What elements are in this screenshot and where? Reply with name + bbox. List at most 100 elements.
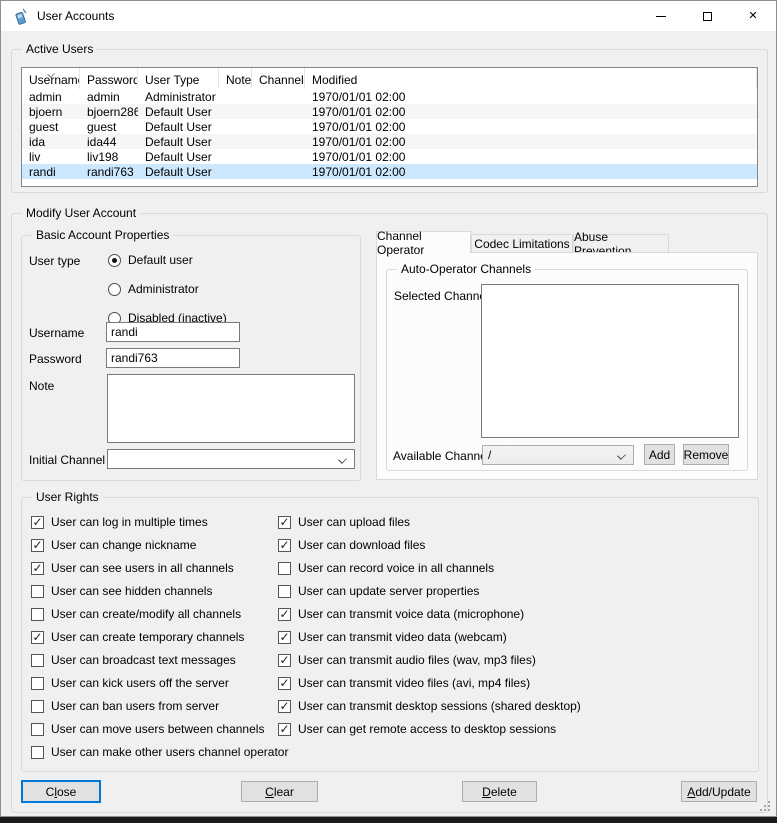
user-right-checkbox[interactable]: ✓User can log in multiple times <box>31 516 288 529</box>
clear-button[interactable]: Clear <box>241 781 318 802</box>
checkbox-label: User can transmit video files (avi, mp4 … <box>298 677 530 690</box>
cell-password: guest <box>80 120 138 134</box>
users-table-body: adminadminAdministrator1970/01/01 02:00b… <box>22 89 757 179</box>
cell-user_type: Default User <box>138 135 219 149</box>
tab-codec-limitations[interactable]: Codec Limitations <box>471 234 573 253</box>
close-icon: ✕ <box>748 11 757 22</box>
available-channels-value: / <box>488 448 491 462</box>
user-right-checkbox[interactable]: User can ban users from server <box>31 700 288 713</box>
users-table: UsernamePasswordUser TypeNoteChannelModi… <box>21 67 758 187</box>
user-right-checkbox[interactable]: User can make other users channel operat… <box>31 746 288 759</box>
table-row[interactable]: guestguestDefault User1970/01/01 02:00 <box>22 119 757 134</box>
user-type-radio[interactable]: Administrator <box>108 283 227 296</box>
cell-modified: 1970/01/01 02:00 <box>305 165 757 179</box>
table-row[interactable]: bjoernbjoern286Default User1970/01/01 02… <box>22 104 757 119</box>
checkbox-label: User can change nickname <box>51 539 196 552</box>
column-header-modified[interactable]: Modified <box>305 68 757 89</box>
user-right-checkbox[interactable]: ✓User can see users in all channels <box>31 562 288 575</box>
cell-password: admin <box>80 90 138 104</box>
checkbox-label: User can transmit voice data (microphone… <box>298 608 524 621</box>
user-type-label: User type <box>29 254 80 268</box>
column-header-channel[interactable]: Channel <box>252 68 305 89</box>
sort-indicator-icon <box>47 70 55 78</box>
user-right-checkbox[interactable]: ✓User can change nickname <box>31 539 288 552</box>
basic-group-label: Basic Account Properties <box>32 228 173 242</box>
cell-password: ida44 <box>80 135 138 149</box>
user-right-checkbox[interactable]: User can see hidden channels <box>31 585 288 598</box>
cell-username: randi <box>22 165 80 179</box>
checkbox-unchecked-icon <box>31 677 44 690</box>
resize-grip-icon[interactable] <box>768 809 770 811</box>
username-field[interactable] <box>106 322 240 342</box>
checkbox-checked-icon: ✓ <box>278 631 291 644</box>
user-rights-left-column: ✓User can log in multiple times✓User can… <box>31 516 288 769</box>
checkbox-label: User can transmit audio files (wav, mp3 … <box>298 654 536 667</box>
user-rights-group-label: User Rights <box>32 490 103 504</box>
titlebar: User Accounts ✕ <box>1 1 776 31</box>
user-right-checkbox[interactable]: ✓ User can transmit audio files (wav, mp3… <box>278 654 581 667</box>
user-right-checkbox[interactable]: User can broadcast text messages <box>31 654 288 667</box>
checkbox-label: User can see hidden channels <box>51 585 212 598</box>
add-button[interactable]: Add <box>644 444 675 465</box>
user-right-checkbox[interactable]: User can update server properties <box>278 585 581 598</box>
table-row[interactable]: livliv198Default User1970/01/01 02:00 <box>22 149 757 164</box>
initial-channel-dropdown[interactable] <box>107 449 355 469</box>
checkbox-unchecked-icon <box>278 562 291 575</box>
close-button[interactable]: Close <box>21 780 101 803</box>
close-window-button[interactable]: ✕ <box>730 1 776 31</box>
table-row[interactable]: adminadminAdministrator1970/01/01 02:00 <box>22 89 757 104</box>
user-right-checkbox[interactable]: ✓User can create temporary channels <box>31 631 288 644</box>
delete-button[interactable]: Delete <box>462 781 537 802</box>
user-right-checkbox[interactable]: User can record voice in all channels <box>278 562 581 575</box>
checkbox-checked-icon: ✓ <box>278 654 291 667</box>
user-right-checkbox[interactable]: User can kick users off the server <box>31 677 288 690</box>
checkbox-checked-icon: ✓ <box>278 700 291 713</box>
selected-channels-label: Selected Channels <box>394 289 495 303</box>
cell-user_type: Default User <box>138 105 219 119</box>
maximize-icon <box>703 12 712 21</box>
user-right-checkbox[interactable]: ✓User can download files <box>278 539 581 552</box>
user-right-checkbox[interactable]: ✓User can transmit video data (webcam) <box>278 631 581 644</box>
checkbox-unchecked-icon <box>31 723 44 736</box>
available-channels-label: Available Channels <box>393 449 496 463</box>
checkbox-label: User can broadcast text messages <box>51 654 236 667</box>
column-header-password[interactable]: Password <box>80 68 138 89</box>
remove-button[interactable]: Remove <box>683 444 729 465</box>
tab-abuse-prevention[interactable]: Abuse Prevention <box>573 234 669 253</box>
cell-username: guest <box>22 120 80 134</box>
cell-username: liv <box>22 150 80 164</box>
username-label: Username <box>29 326 84 340</box>
minimize-button[interactable] <box>638 1 684 31</box>
maximize-button[interactable] <box>684 1 730 31</box>
user-right-checkbox[interactable]: ✓ User can transmit video files (avi, mp4… <box>278 677 581 690</box>
user-right-checkbox[interactable]: User can move users between channels <box>31 723 288 736</box>
password-field[interactable] <box>106 348 240 368</box>
tab-channel-operator[interactable]: Channel Operator <box>376 231 471 253</box>
user-right-checkbox[interactable]: ✓User can transmit voice data (microphon… <box>278 608 581 621</box>
cell-modified: 1970/01/01 02:00 <box>305 120 757 134</box>
checkbox-label: User can log in multiple times <box>51 516 208 529</box>
user-type-radio[interactable]: Default user <box>108 254 227 267</box>
table-row[interactable]: idaida44Default User1970/01/01 02:00 <box>22 134 757 149</box>
app-icon <box>12 8 29 25</box>
auto-operator-group-label: Auto-Operator Channels <box>397 262 535 276</box>
user-right-checkbox[interactable]: ✓User can transmit desktop sessions (sha… <box>278 700 581 713</box>
checkbox-label: User can see users in all channels <box>51 562 234 575</box>
checkbox-checked-icon: ✓ <box>278 677 291 690</box>
cell-username: ida <box>22 135 80 149</box>
radio-label: Default user <box>128 254 193 267</box>
note-field[interactable] <box>107 374 355 443</box>
column-header-username[interactable]: Username <box>22 68 80 89</box>
user-right-checkbox[interactable]: ✓User can get remote access to desktop s… <box>278 723 581 736</box>
table-row[interactable]: randirandi763Default User1970/01/01 02:0… <box>22 164 757 179</box>
available-channels-dropdown[interactable]: / <box>482 445 634 465</box>
user-right-checkbox[interactable]: ✓User can upload files <box>278 516 581 529</box>
selected-channels-listbox[interactable] <box>481 284 739 438</box>
add-update-button[interactable]: Add/Update <box>681 781 757 802</box>
note-label: Note <box>29 379 54 393</box>
user-right-checkbox[interactable]: User can create/modify all channels <box>31 608 288 621</box>
column-header-user_type[interactable]: User Type <box>138 68 219 89</box>
column-header-note[interactable]: Note <box>219 68 252 89</box>
cell-password: liv198 <box>80 150 138 164</box>
cell-user_type: Administrator <box>138 90 219 104</box>
